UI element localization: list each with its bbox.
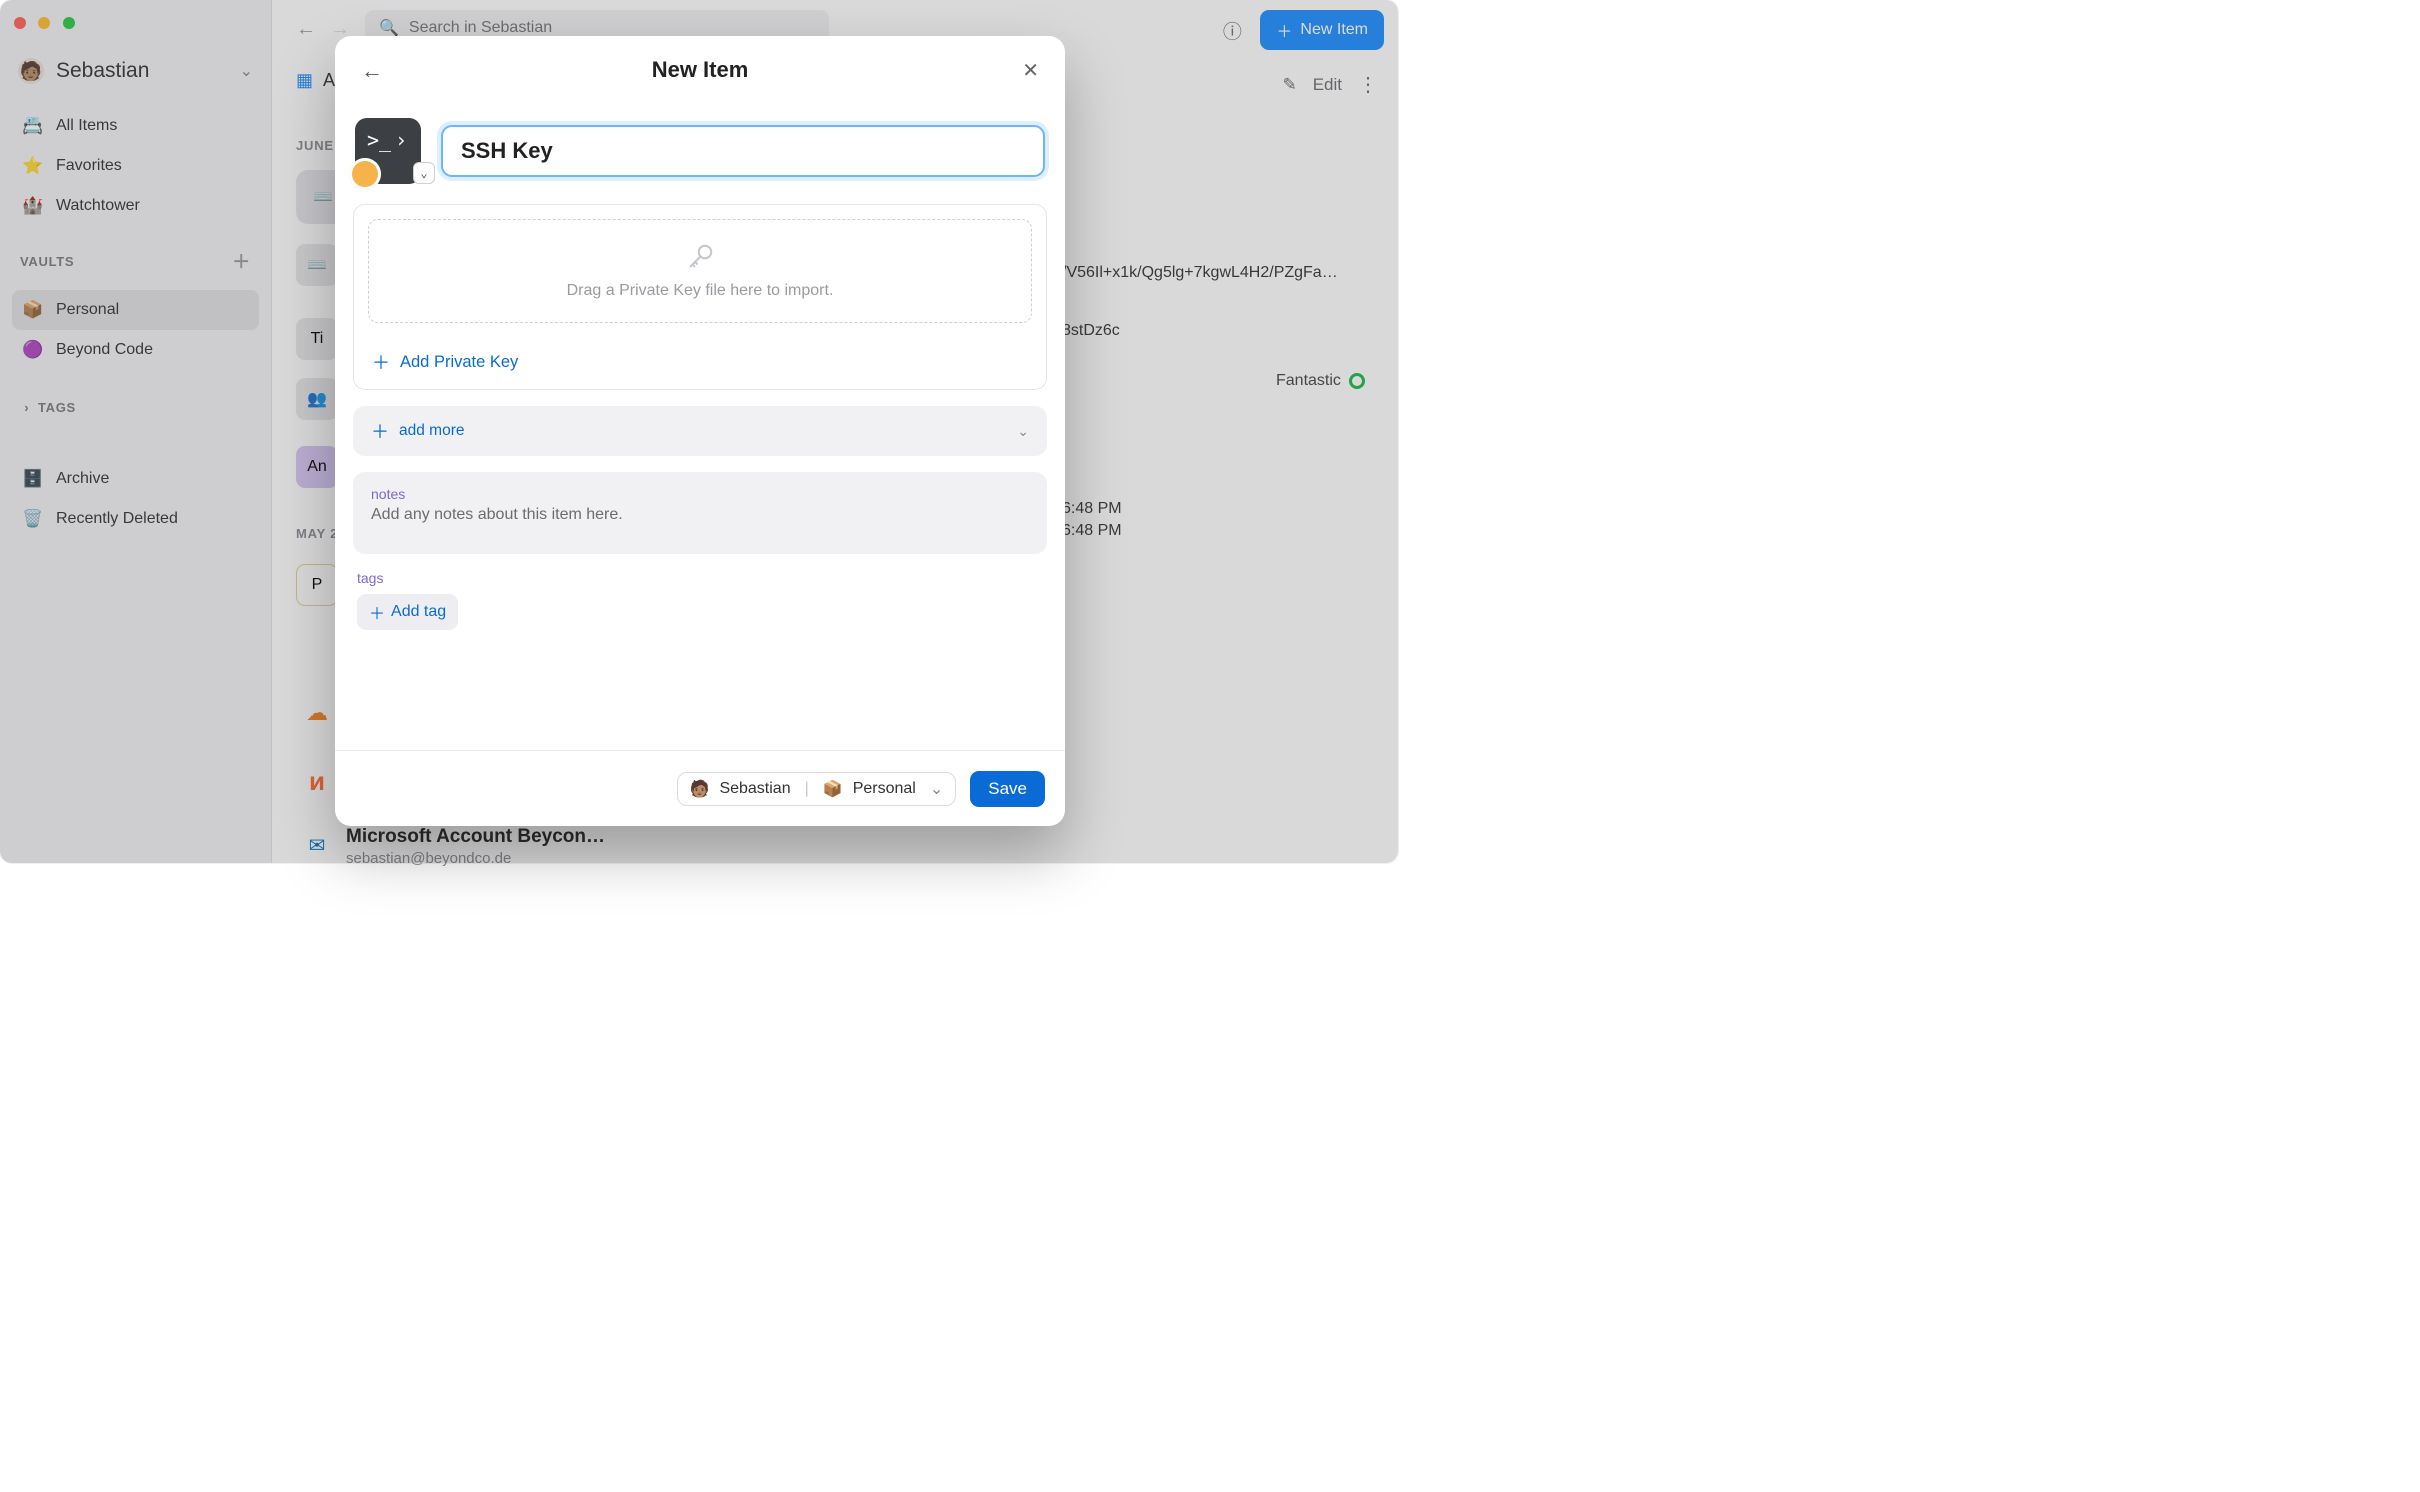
add-tag-button[interactable]: ＋ Add tag: [357, 594, 458, 630]
vault-picker[interactable]: 🧑🏽 Sebastian | 📦 Personal ⌄: [677, 772, 957, 806]
modal-body: >_ ⌄ Drag a Private Key file here to imp…: [335, 104, 1065, 750]
close-icon[interactable]: ✕: [1022, 58, 1039, 83]
private-key-card: Drag a Private Key file here to import. …: [353, 204, 1047, 390]
vault-icon: 📦: [823, 779, 843, 799]
add-more-section[interactable]: ＋ add more ⌄: [353, 406, 1047, 456]
plus-icon: ＋: [369, 600, 385, 624]
private-key-dropzone[interactable]: Drag a Private Key file here to import.: [368, 219, 1032, 323]
modal-footer: 🧑🏽 Sebastian | 📦 Personal ⌄ Save: [335, 750, 1065, 826]
vault-picker-account: Sebastian: [719, 780, 790, 798]
add-private-key-button[interactable]: ＋ Add Private Key: [354, 337, 1046, 389]
add-private-key-label: Add Private Key: [400, 353, 518, 372]
modal-title: New Item: [652, 57, 749, 83]
tags-label: tags: [357, 570, 1043, 586]
add-tag-label: Add tag: [391, 603, 446, 621]
avatar: 🧑🏽: [690, 779, 710, 799]
new-item-modal: ← New Item ✕ >_ ⌄ Drag a Private Key fil…: [335, 36, 1065, 826]
chevron-down-icon: ⌄: [1017, 423, 1029, 440]
notes-placeholder: Add any notes about this item here.: [371, 506, 1029, 542]
plus-icon: ＋: [372, 349, 390, 375]
tags-section: tags ＋ Add tag: [353, 570, 1047, 630]
add-more-label: add more: [399, 422, 464, 440]
vault-picker-vault: Personal: [853, 780, 916, 798]
save-label: Save: [988, 779, 1027, 798]
key-badge-icon: [349, 158, 381, 190]
key-icon: [685, 242, 715, 272]
item-type-icon[interactable]: >_ ⌄: [355, 118, 421, 184]
back-icon[interactable]: ←: [361, 58, 383, 84]
modal-header: ← New Item ✕: [335, 36, 1065, 104]
terminal-icon: >_: [367, 128, 391, 152]
chevron-down-icon: ⌄: [930, 779, 943, 799]
chevron-down-icon[interactable]: ⌄: [413, 162, 435, 184]
dropzone-text: Drag a Private Key file here to import.: [567, 282, 834, 300]
item-title-input[interactable]: [441, 125, 1045, 177]
notes-section[interactable]: notes Add any notes about this item here…: [353, 472, 1047, 554]
notes-label: notes: [371, 486, 1029, 502]
save-button[interactable]: Save: [970, 771, 1045, 807]
plus-icon: ＋: [371, 418, 389, 444]
